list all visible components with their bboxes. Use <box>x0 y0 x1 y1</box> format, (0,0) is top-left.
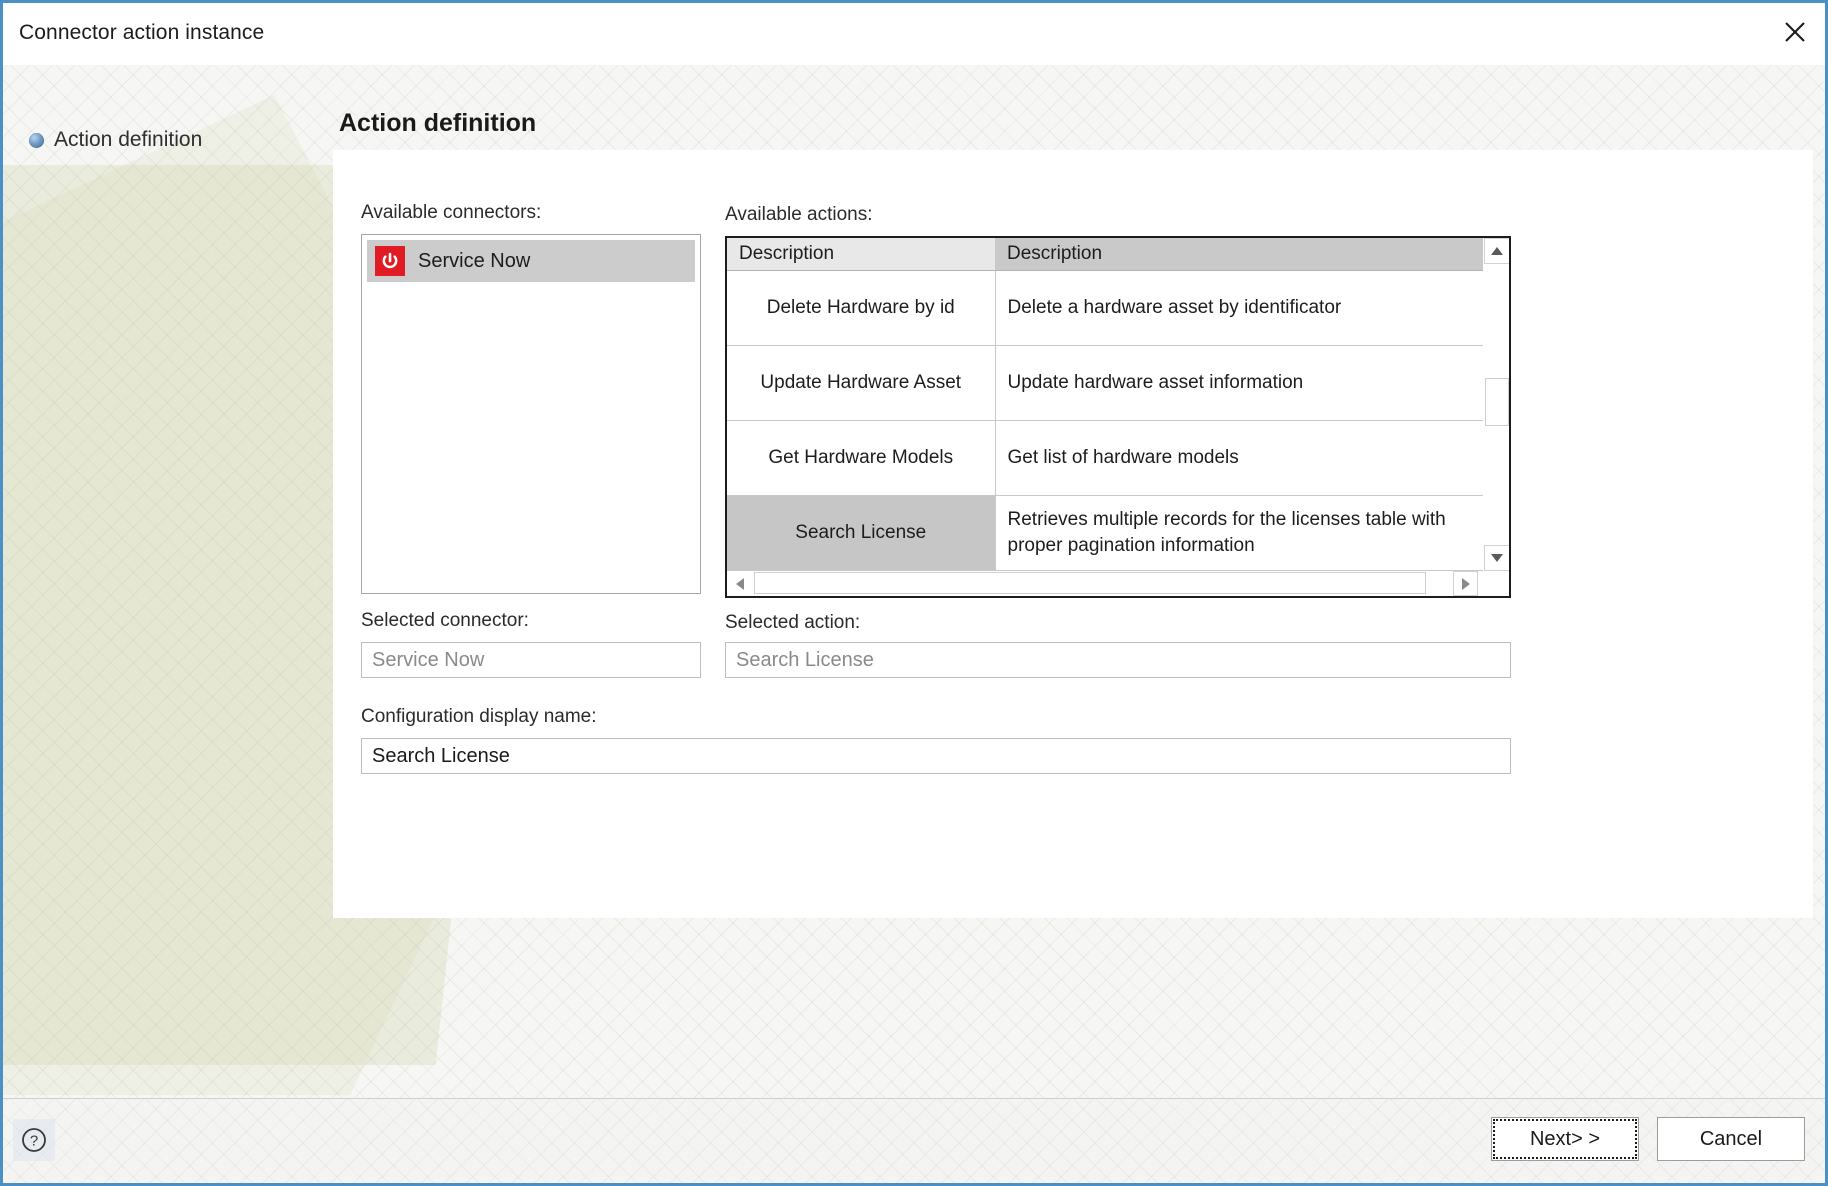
selected-action-input[interactable] <box>725 642 1511 678</box>
available-connectors-list[interactable]: Service Now <box>361 234 701 594</box>
title-bar: Connector action instance <box>3 3 1825 65</box>
table-row[interactable]: Update Hardware Asset Update hardware ass… <box>727 345 1483 421</box>
power-icon <box>375 246 405 276</box>
horizontal-scrollbar-right-area <box>1453 571 1509 596</box>
sidebar-item-label: Action definition <box>54 128 203 151</box>
available-actions-label: Available actions: <box>725 204 873 225</box>
dialog-footer: ? Next> > Cancel <box>3 1098 1825 1183</box>
vertical-scrollbar-thumb[interactable] <box>1485 378 1509 426</box>
action-name-cell: Delete Hardware by id <box>727 270 996 346</box>
close-icon[interactable] <box>1765 3 1825 61</box>
sidebar-item-action-definition[interactable]: Action definition <box>29 128 202 152</box>
selected-connector-label: Selected connector: <box>361 610 529 631</box>
page-title: Action definition <box>339 109 537 137</box>
table-row[interactable]: Get Hardware Models Get list of hardware … <box>727 420 1483 496</box>
help-circle-icon[interactable]: ? <box>13 1119 55 1161</box>
scroll-down-icon[interactable] <box>1484 545 1509 571</box>
table-row[interactable]: Delete Hardware by id Delete a hardware a… <box>727 270 1483 346</box>
configuration-display-name-input[interactable] <box>361 738 1511 774</box>
action-name-cell: Get Hardware Models <box>727 420 996 496</box>
svg-text:?: ? <box>30 1133 38 1150</box>
table-header-row: Description Description <box>727 238 1483 271</box>
connector-name: Service Now <box>418 249 531 272</box>
action-name-cell: Search License <box>727 495 996 571</box>
list-item[interactable]: Service Now <box>367 240 695 282</box>
column-header-description[interactable]: Description <box>995 238 1483 271</box>
scroll-left-icon[interactable] <box>727 571 752 596</box>
action-description-cell: Retrieves multiple records for the licen… <box>995 495 1483 571</box>
table-row[interactable]: Search License Retrieves multiple records… <box>727 495 1483 571</box>
window-title: Connector action instance <box>19 21 265 44</box>
wizard-step-nav: Action definition <box>3 65 333 1099</box>
configuration-display-name-label: Configuration display name: <box>361 706 597 727</box>
action-name-cell: Update Hardware Asset <box>727 345 996 421</box>
action-description-cell: Delete a hardware asset by identificator <box>995 270 1483 346</box>
available-actions-table-container: Description Description Delete Hardware … <box>725 236 1511 598</box>
connector-action-instance-dialog: Connector action instance Action definit… <box>0 0 1828 1186</box>
horizontal-scrollbar-thumb[interactable] <box>754 572 1426 594</box>
next-button[interactable]: Next> > <box>1491 1117 1639 1161</box>
sphere-bullet-icon <box>29 132 44 148</box>
available-actions-viewport: Description Description Delete Hardware … <box>727 238 1483 571</box>
action-description-cell: Get list of hardware models <box>995 420 1483 496</box>
available-actions-table: Description Description Delete Hardware … <box>727 238 1483 571</box>
selected-action-label: Selected action: <box>725 612 861 633</box>
scroll-right-icon[interactable] <box>1453 571 1478 596</box>
action-description-cell: Update hardware asset information <box>995 345 1483 421</box>
dialog-body: Action definition Action definition Avai… <box>3 65 1825 1099</box>
cancel-button[interactable]: Cancel <box>1657 1117 1805 1161</box>
horizontal-scrollbar-track[interactable] <box>752 571 1453 596</box>
available-connectors-label: Available connectors: <box>361 202 542 223</box>
content-panel: Available connectors: Service Now Availa… <box>333 150 1813 918</box>
column-header-name[interactable]: Description <box>727 238 995 271</box>
scroll-up-icon[interactable] <box>1484 238 1509 264</box>
vertical-scrollbar[interactable] <box>1483 238 1509 571</box>
horizontal-scrollbar[interactable] <box>727 571 1509 596</box>
selected-connector-input[interactable] <box>361 642 701 678</box>
